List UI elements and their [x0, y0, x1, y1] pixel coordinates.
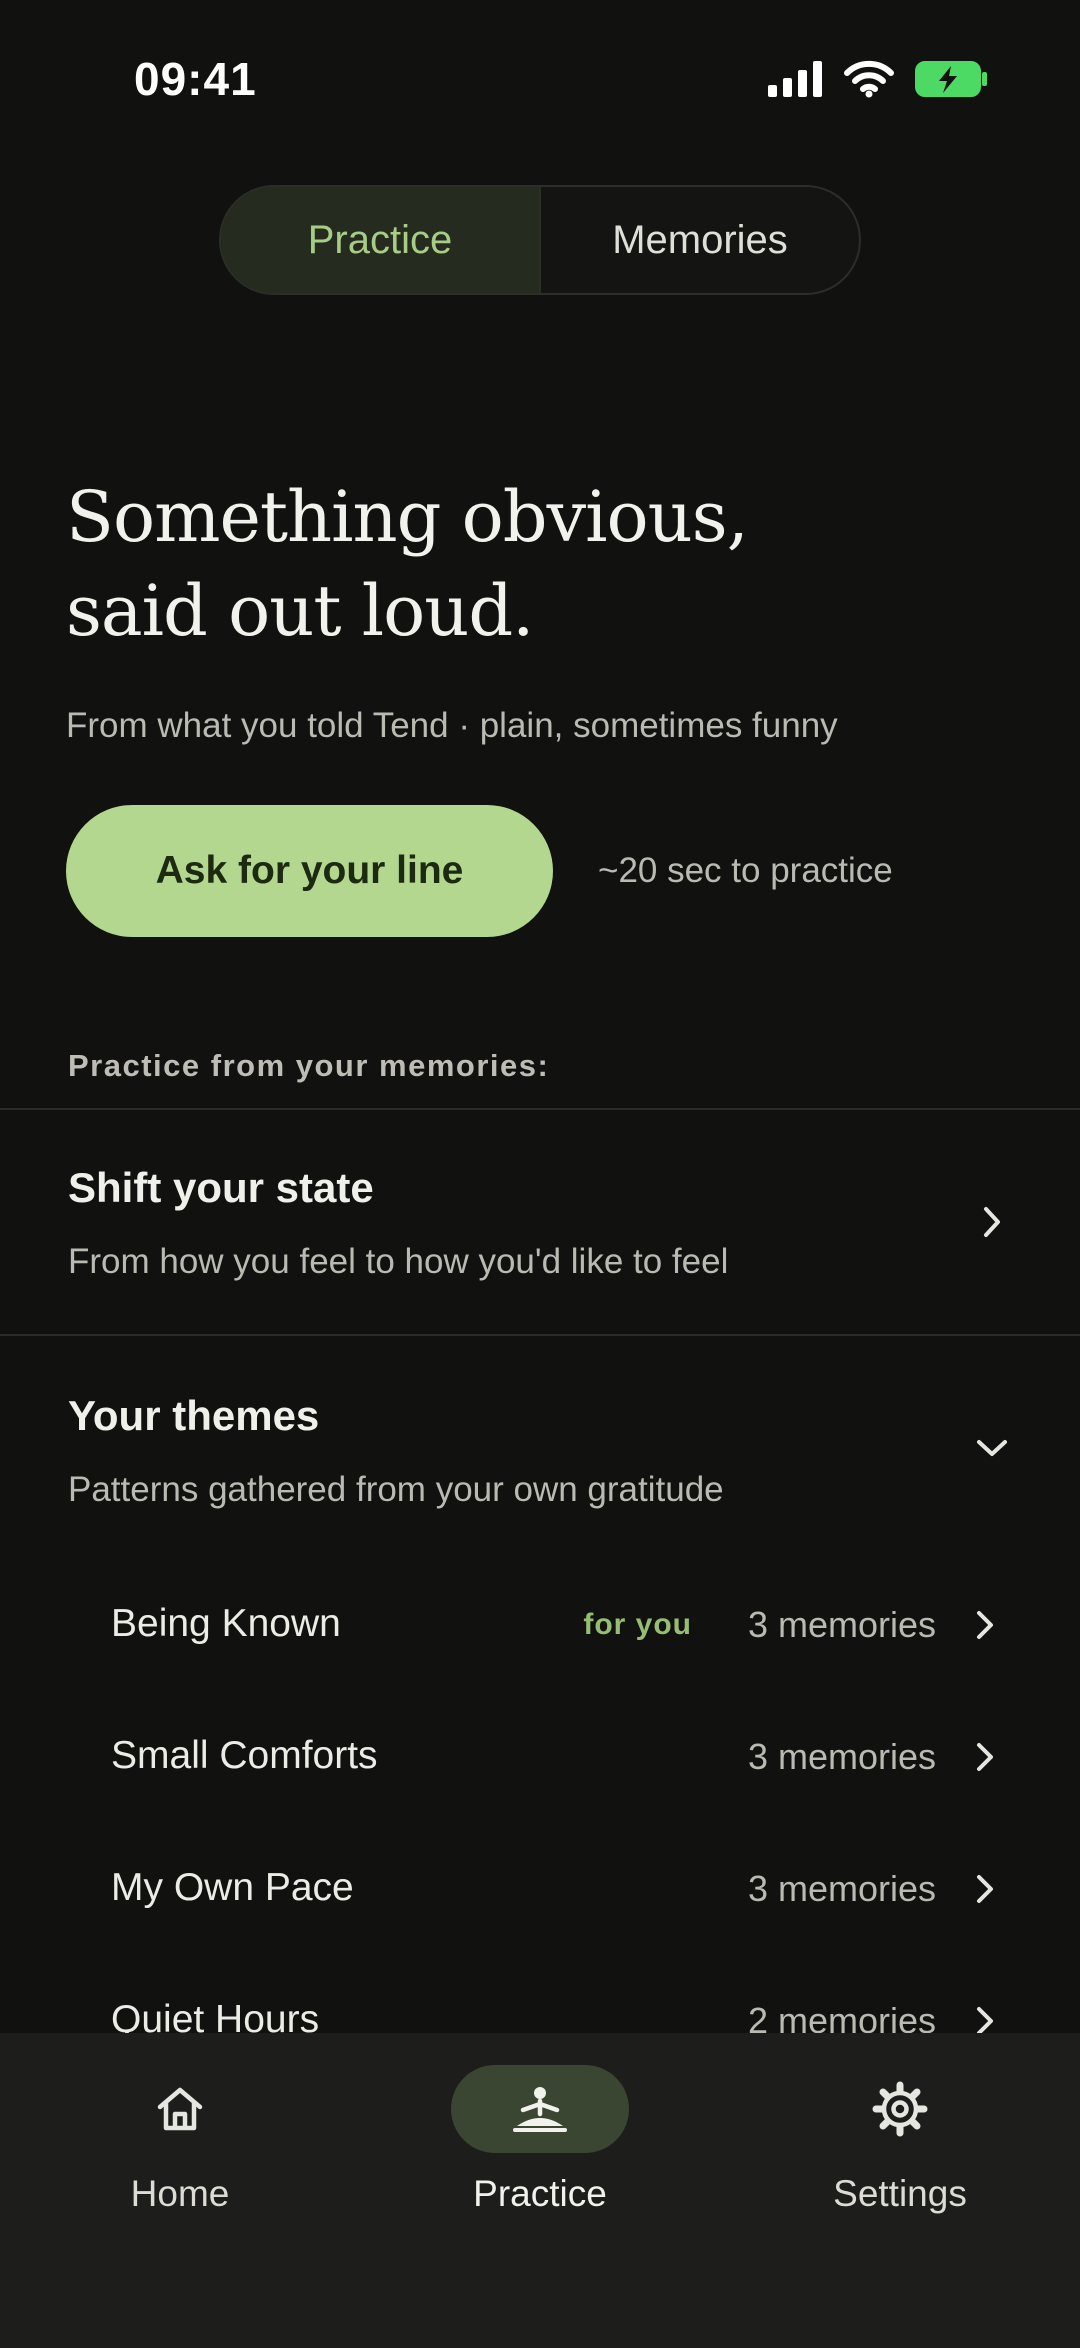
theme-name: Small Comforts — [111, 1734, 378, 1777]
chevron-down-icon — [974, 1430, 1010, 1466]
shift-your-state-row[interactable]: Shift your state From how you feel to ho… — [0, 1110, 1080, 1334]
practice-duration-note: ~20 sec to practice — [598, 851, 893, 890]
chevron-right-icon — [974, 1204, 1010, 1240]
view-segmented-control: Practice Memories — [219, 185, 861, 295]
memory-count: 3 memories — [747, 1604, 936, 1645]
gear-icon — [811, 2065, 989, 2153]
section-label: Practice from your memories: — [68, 1048, 550, 1083]
nav-item-home[interactable]: Home — [60, 2065, 300, 2265]
themes-title: Your themes — [68, 1392, 320, 1439]
nav-label-practice: Practice — [473, 2173, 607, 2214]
nav-label-home: Home — [130, 2173, 230, 2214]
chevron-right-icon — [968, 1740, 1002, 1774]
bottom-navigation: Home Practice Settings — [0, 2033, 1080, 2348]
battery-charging-icon — [915, 61, 987, 97]
hero-subtitle: From what you told Tend · plain, sometim… — [66, 706, 838, 745]
tab-practice[interactable]: Practice — [221, 187, 541, 293]
hero-title-line-1: Something obvious, — [66, 476, 749, 558]
tab-memories[interactable]: Memories — [541, 187, 859, 293]
theme-item-being-known[interactable]: Being Known for you 3 memories — [0, 1578, 1080, 1678]
memory-count: 3 memories — [747, 1736, 936, 1777]
status-icons — [768, 60, 990, 98]
theme-item-my-own-pace[interactable]: My Own Pace 3 memories — [0, 1842, 1080, 1942]
theme-name: My Own Pace — [111, 1866, 354, 1909]
for-you-badge: for you — [583, 1608, 692, 1641]
status-bar: 09:41 — [0, 0, 1080, 150]
themes-subtitle: Patterns gathered from your own gratitud… — [68, 1470, 724, 1509]
ask-for-line-button[interactable]: Ask for your line — [66, 805, 553, 937]
status-time: 09:41 — [134, 53, 257, 105]
hero-title: Something obvious, said out loud. — [66, 470, 966, 658]
screen: 09:41 Practice Memories Something obviou… — [0, 0, 1080, 2348]
meditation-icon — [451, 2065, 629, 2153]
cellular-signal-icon — [768, 61, 822, 97]
hero-title-line-2: said out loud. — [66, 570, 534, 652]
home-icon — [91, 2065, 269, 2153]
chevron-right-icon — [968, 1872, 1002, 1906]
theme-item-small-comforts[interactable]: Small Comforts 3 memories — [0, 1710, 1080, 1810]
wifi-icon — [844, 60, 894, 98]
shift-state-subtitle: From how you feel to how you'd like to f… — [68, 1242, 729, 1281]
nav-item-practice[interactable]: Practice — [420, 2065, 660, 2265]
your-themes-header[interactable]: Your themes Patterns gathered from your … — [0, 1336, 1080, 1536]
nav-item-settings[interactable]: Settings — [780, 2065, 1020, 2265]
nav-label-settings: Settings — [833, 2173, 967, 2214]
chevron-right-icon — [968, 1608, 1002, 1642]
memory-count: 3 memories — [747, 1868, 936, 1909]
shift-state-title: Shift your state — [68, 1164, 374, 1211]
theme-name: Being Known — [111, 1602, 341, 1645]
